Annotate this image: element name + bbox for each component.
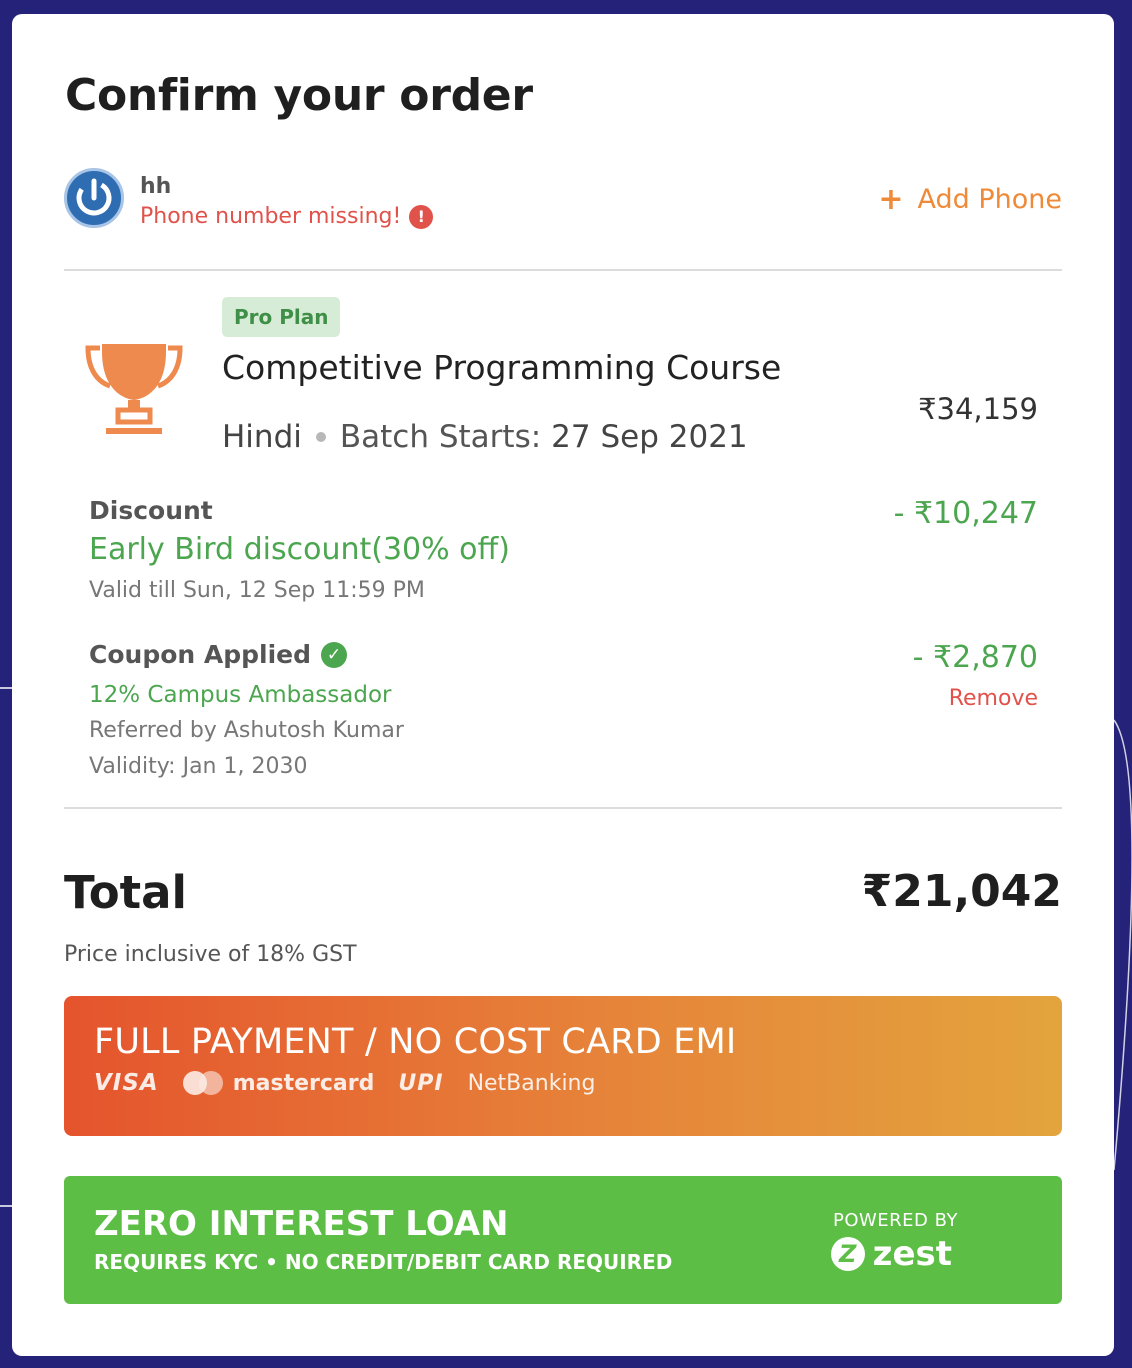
separator-dot [315,432,326,442]
course-language: Hindi [222,419,302,455]
full-payment-label: FULL PAYMENT / NO COST CARD EMI [94,1022,737,1062]
zest-logo-icon: Z [830,1237,865,1271]
avatar [64,168,124,228]
power-icon [76,178,112,216]
coupon-validity: Validity: Jan 1, 2030 [89,754,308,779]
total-amount: ₹21,042 [861,866,1062,917]
payment-methods: VISA mastercard UPI NetBanking [94,1070,595,1096]
netbanking-label: NetBanking [467,1070,596,1096]
mastercard-text: mastercard [232,1070,375,1096]
discount-validity: Valid till Sun, 12 Sep 11:59 PM [89,578,425,603]
remove-coupon-link[interactable]: Remove [949,686,1038,711]
check-circle-icon: ✓ [321,641,348,668]
phone-missing-warning: Phone number missing! ! [140,204,434,229]
add-phone-button[interactable]: + Add Phone [878,184,1062,215]
zest-logo-text: zest [872,1234,952,1274]
discount-label: Discount [89,496,213,525]
visa-logo: VISA [94,1070,159,1096]
coupon-amount: - ₹2,870 [912,640,1038,675]
total-label: Total [64,866,187,919]
user-name: hh [140,174,172,199]
plan-badge: Pro Plan [222,297,341,337]
warning-icon: ! [409,204,434,229]
course-title: Competitive Programming Course [222,348,782,387]
order-dialog: Confirm your order hh Phone number missi… [12,14,1114,1356]
mastercard-icon [182,1071,225,1095]
page-title: Confirm your order [65,70,533,121]
zest-logo: Z zest [830,1234,952,1274]
add-phone-label: Add Phone [917,184,1063,215]
coupon-name: 12% Campus Ambassador [89,682,392,708]
upi-logo: UPI [398,1070,444,1096]
divider [64,807,1062,809]
discount-amount: - ₹10,247 [893,496,1038,531]
gst-note: Price inclusive of 18% GST [64,942,357,967]
course-meta: Hindi Batch Starts: 27 Sep 2021 [222,419,748,455]
zero-interest-loan-button[interactable]: ZERO INTEREST LOAN REQUIRES KYC • NO CRE… [64,1176,1062,1304]
discount-name: Early Bird discount(30% off) [89,532,510,567]
loan-label: ZERO INTEREST LOAN [94,1204,509,1244]
mastercard-logo: mastercard [182,1070,375,1096]
phone-warning-text: Phone number missing! [140,204,402,229]
plus-icon: + [878,181,904,217]
coupon-label: Coupon Applied [89,640,312,669]
powered-by-label: POWERED BY [832,1210,958,1231]
divider [64,269,1062,271]
full-payment-button[interactable]: FULL PAYMENT / NO COST CARD EMI VISA mas… [64,996,1062,1136]
coupon-referrer: Referred by Ashutosh Kumar [89,718,404,743]
course-price: ₹34,159 [918,392,1038,426]
batch-date: 27 Sep 2021 [551,419,748,455]
coupon-applied: Coupon Applied ✓ [89,640,348,669]
batch-label: Batch Starts: [339,419,542,455]
loan-sub-label: REQUIRES KYC • NO CREDIT/DEBIT CARD REQU… [94,1250,673,1274]
trophy-icon [85,344,183,434]
